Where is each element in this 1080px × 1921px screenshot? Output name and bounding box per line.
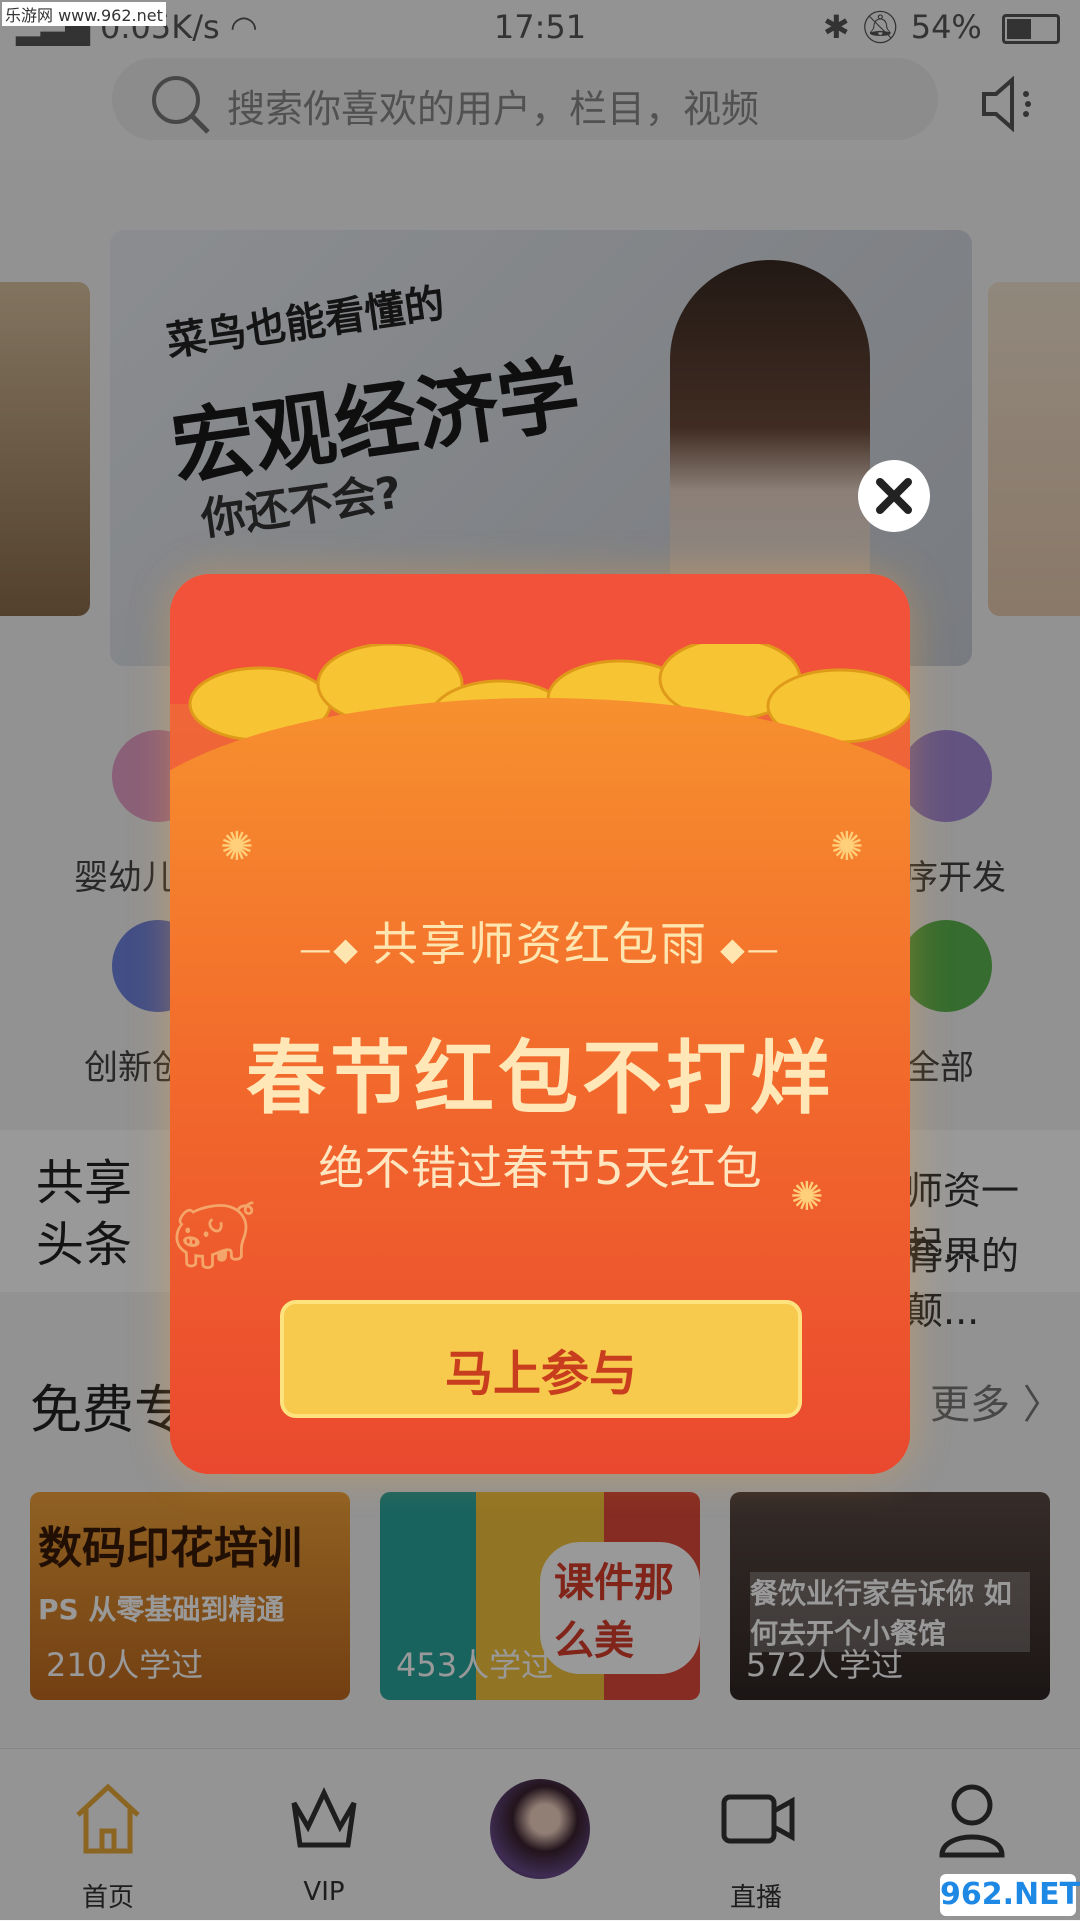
watermark-logo: 962.NET	[940, 1874, 1080, 1916]
popup-subtitle-text: 共享师资红包雨	[372, 917, 708, 971]
close-button[interactable]	[858, 460, 930, 532]
popup-title: 春节红包不打烊	[246, 1032, 834, 1125]
popup-subtitle: —◆ 共享师资红包雨 ◆—	[170, 908, 910, 974]
pig-icon: 🐖︎	[170, 1194, 259, 1276]
popup-description: 绝不错过春节5天红包	[318, 1141, 762, 1195]
watermark-top: 乐游网 www.962.net	[2, 2, 166, 26]
firework-icon: ✺	[220, 824, 254, 870]
decor-line-icon: ◆—	[708, 930, 781, 968]
firework-icon: ✺	[830, 824, 864, 870]
join-button-label: 马上参与	[444, 1346, 637, 1402]
join-button[interactable]: 马上参与	[280, 1300, 802, 1418]
close-icon	[876, 478, 912, 514]
red-envelope-popup: ✺ ✺ ✺ 🐖︎ —◆ 共享师资红包雨 ◆— 春节红包不打烊 绝不错过春节5天红…	[170, 574, 910, 1474]
decor-line-icon: —◆	[299, 930, 372, 968]
